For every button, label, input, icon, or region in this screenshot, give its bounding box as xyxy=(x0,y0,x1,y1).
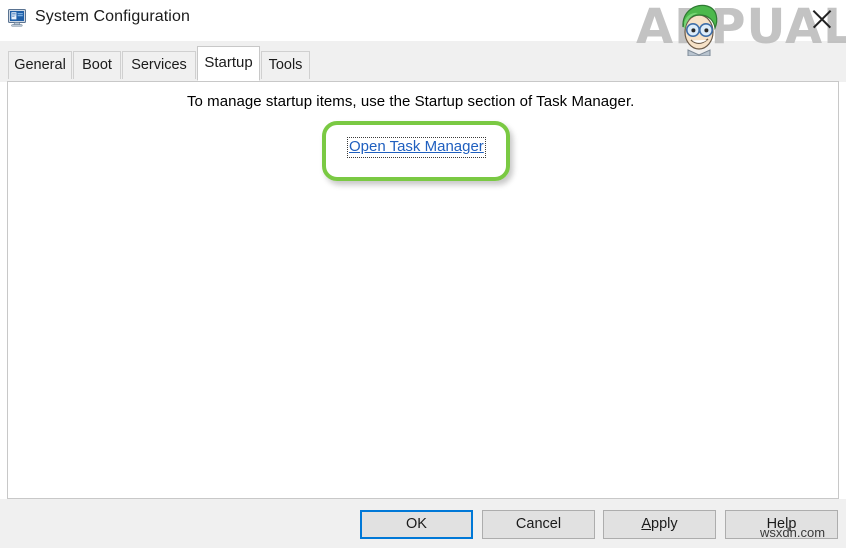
system-configuration-window: System Configuration APPUALS xyxy=(0,0,846,548)
cancel-button[interactable]: Cancel xyxy=(482,510,595,539)
tab-general[interactable]: General xyxy=(8,51,72,79)
window-titlebar: System Configuration xyxy=(0,0,846,41)
tab-startup[interactable]: Startup xyxy=(197,46,260,81)
apply-label-rest: pply xyxy=(651,516,678,532)
startup-tab-panel: To manage startup items, use the Startup… xyxy=(7,81,839,499)
dialog-footer: OK Cancel Apply Help xyxy=(0,499,846,548)
close-icon[interactable] xyxy=(808,5,835,32)
startup-instruction-text: To manage startup items, use the Startup… xyxy=(187,93,635,110)
tab-strip: General Boot Services Startup Tools xyxy=(0,41,846,82)
open-task-manager-link-wrapper: Open Task Manager xyxy=(347,137,486,158)
tab-boot[interactable]: Boot xyxy=(73,51,121,79)
ok-button[interactable]: OK xyxy=(360,510,473,539)
apply-accel-letter: A xyxy=(641,516,652,532)
apply-button[interactable]: Apply xyxy=(603,510,716,539)
window-title: System Configuration xyxy=(35,8,190,25)
page-watermark: wsxdn.com xyxy=(760,525,826,540)
focus-outline: Open Task Manager xyxy=(347,137,486,158)
msconfig-monitor-icon xyxy=(8,9,28,27)
tab-services[interactable]: Services xyxy=(122,51,196,79)
open-task-manager-link[interactable]: Open Task Manager xyxy=(349,138,484,155)
tab-tools[interactable]: Tools xyxy=(261,51,310,79)
